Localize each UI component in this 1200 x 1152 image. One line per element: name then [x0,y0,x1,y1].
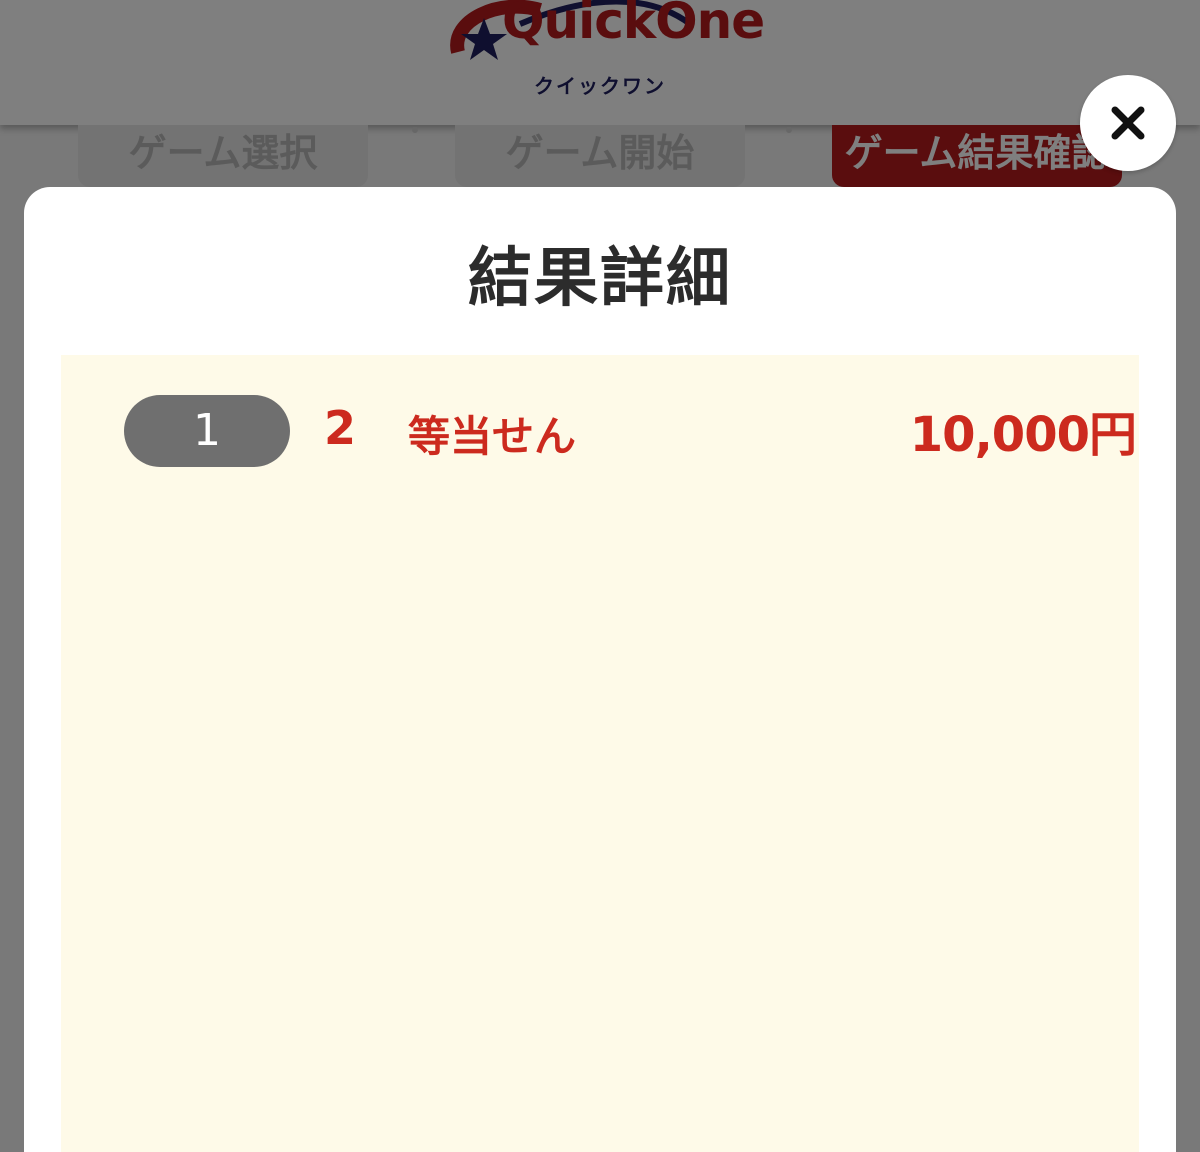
result-rank: 2 [324,401,357,455]
result-detail-modal: 結果詳細 1 2 等当せん 10,000円 [24,187,1176,1152]
close-button[interactable] [1080,75,1176,171]
result-amount: 10,000円 [909,407,1137,463]
result-label: 等当せん [408,412,577,461]
modal-title: 結果詳細 [468,242,732,316]
result-index-badge: 1 [124,395,290,467]
close-icon [1111,106,1145,140]
result-row: 1 2 等当せん 10,000円 [124,395,1137,467]
result-panel: 1 2 等当せん 10,000円 [61,355,1139,1152]
screen: QuickOne クイックワン ゲーム選択 ゲーム開始 ゲーム結果確認 結果詳細… [0,0,1200,1152]
